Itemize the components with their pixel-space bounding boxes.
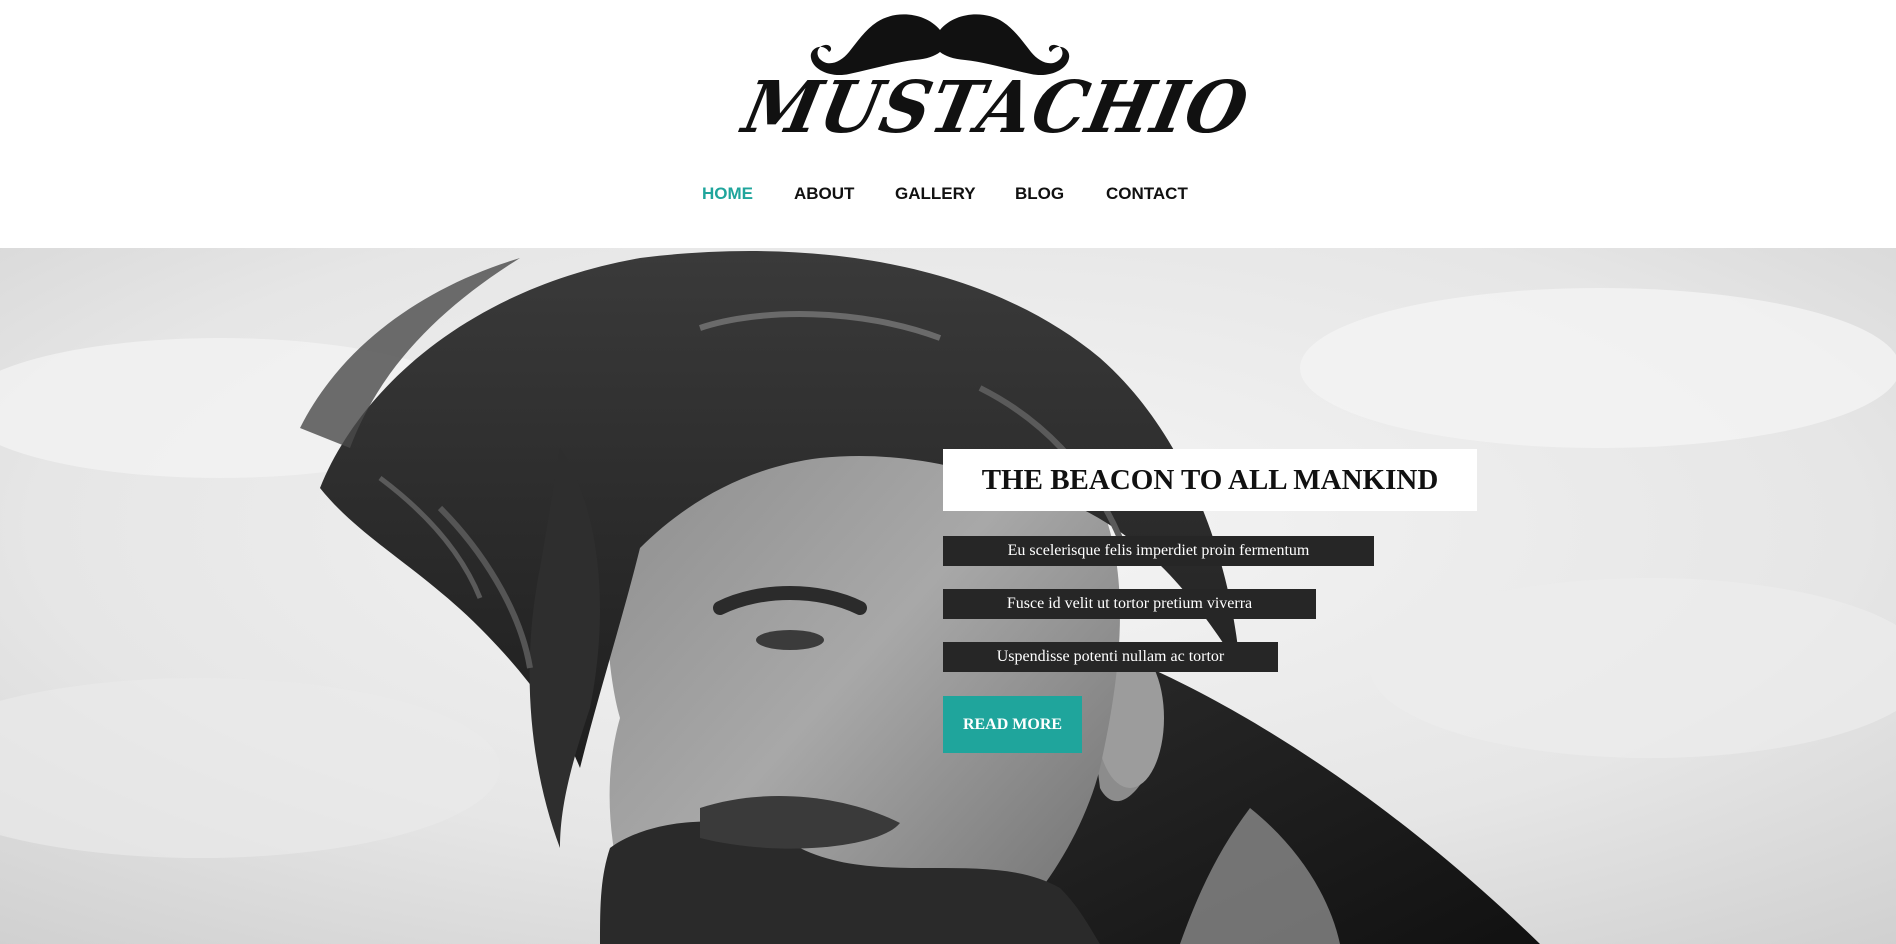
- hero-headline-box: THE BEACON TO ALL MANKIND: [943, 449, 1477, 511]
- brand-logo[interactable]: MUSTACHIO: [736, 12, 1256, 152]
- nav-about-link[interactable]: ABOUT: [794, 182, 854, 206]
- site-header: MUSTACHIO HOME ABOUT GALLERY BLOG CONTAC…: [0, 0, 1896, 248]
- brand-wordmark: MUSTACHIO: [736, 66, 1256, 150]
- nav-gallery-link[interactable]: GALLERY: [895, 182, 976, 206]
- read-more-button[interactable]: READ MORE: [943, 696, 1082, 753]
- hero-tagline-1: Eu scelerisque felis imperdiet proin fer…: [943, 536, 1374, 566]
- nav-home-link[interactable]: HOME: [702, 182, 753, 206]
- hero-headline: THE BEACON TO ALL MANKIND: [981, 464, 1439, 496]
- hero-tagline-2: Fusce id velit ut tortor pretium viverra: [943, 589, 1316, 619]
- main-nav: HOME ABOUT GALLERY BLOG CONTACT: [0, 182, 1896, 206]
- nav-blog-link[interactable]: BLOG: [1015, 182, 1064, 206]
- hero-tagline-3: Uspendisse potenti nullam ac tortor: [943, 642, 1278, 672]
- nav-contact-link[interactable]: CONTACT: [1106, 182, 1188, 206]
